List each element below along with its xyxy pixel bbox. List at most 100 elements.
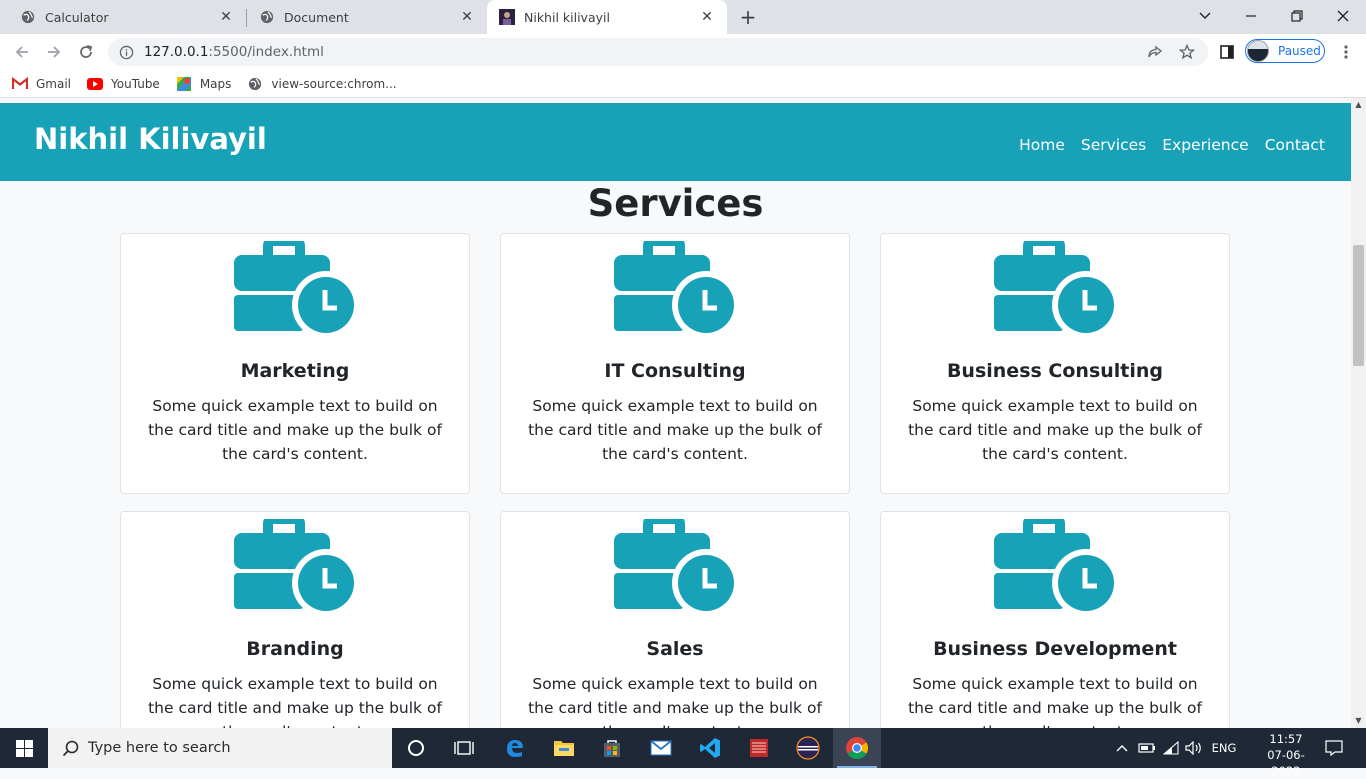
side-panel-icon[interactable] (1215, 40, 1239, 64)
tab-title: Calculator (45, 9, 109, 25)
service-card-it-consulting: IT Consulting Some quick example text to… (500, 233, 850, 494)
card-title: Sales (646, 638, 704, 660)
clock-time: 11:57 (1269, 732, 1303, 746)
briefcase-clock-icon (614, 519, 736, 615)
reload-icon[interactable] (74, 40, 98, 64)
globe-icon (259, 9, 275, 25)
service-card-business-development: Business Development Some quick example … (880, 511, 1230, 728)
wifi-icon[interactable] (1160, 728, 1182, 768)
bookmark-maps[interactable]: Maps (176, 70, 232, 98)
volume-icon[interactable] (1183, 728, 1205, 768)
service-card-sales: Sales Some quick example text to build o… (500, 511, 850, 728)
url-text: 127.0.0.1:5500/index.html (144, 44, 324, 60)
clock-date: 07-06-2022 (1267, 748, 1305, 778)
bookmark-view-source[interactable]: view-source:chrom... (247, 70, 397, 98)
close-icon[interactable]: ✕ (459, 9, 475, 25)
file-explorer-icon[interactable] (540, 728, 588, 768)
site-favicon-icon (499, 9, 515, 25)
card-title: Branding (246, 638, 344, 660)
battery-icon[interactable] (1136, 728, 1158, 768)
gmail-icon (12, 76, 28, 92)
card-title: Business Development (933, 638, 1177, 660)
vscode-icon[interactable] (686, 728, 734, 768)
taskbar-clock[interactable]: 11:57 07-06-2022 (1256, 731, 1316, 779)
language-indicator[interactable]: ENG (1206, 728, 1242, 768)
url-host: 127.0.0.1 (144, 44, 209, 60)
card-text: Some quick example text to build on the … (528, 675, 822, 728)
notifications-icon[interactable] (1320, 728, 1348, 768)
card-title: Marketing (240, 360, 350, 382)
site-brand[interactable]: Nikhil Kilivayil (34, 122, 267, 156)
address-bar[interactable]: 127.0.0.1:5500/index.html (108, 38, 1208, 66)
service-card-business-consulting: Business Consulting Some quick example t… (880, 233, 1230, 494)
briefcase-clock-icon (994, 241, 1116, 337)
nav-contact[interactable]: Contact (1265, 136, 1325, 154)
search-icon (60, 738, 80, 758)
scrollbar-thumb[interactable] (1353, 245, 1364, 366)
task-view-icon[interactable] (440, 728, 488, 768)
eclipse-icon[interactable] (784, 728, 832, 768)
edge-icon[interactable] (491, 728, 539, 768)
nav-links: Home Services Experience Contact (1003, 136, 1325, 154)
profile-status: Paused (1278, 44, 1321, 58)
card-text: Some quick example text to build on the … (148, 397, 442, 463)
close-icon[interactable]: ✕ (218, 9, 234, 25)
card-title: IT Consulting (604, 360, 746, 382)
windows-start-icon[interactable] (0, 728, 48, 768)
page-scrollbar[interactable]: ▲ ▼ (1351, 98, 1366, 728)
avatar (1247, 40, 1269, 62)
briefcase-clock-icon (234, 241, 356, 337)
taskbar: Type here to search ENG 11:57 07-06-2022 (0, 728, 1366, 778)
bookmark-label: YouTube (111, 76, 160, 91)
browser-toolbar: 127.0.0.1:5500/index.html Paused (0, 34, 1366, 70)
share-icon[interactable] (1143, 40, 1167, 64)
chrome-icon[interactable] (833, 728, 881, 768)
menu-kebab-icon[interactable] (1334, 40, 1358, 64)
new-tab-button[interactable]: + (738, 7, 758, 27)
mail-icon[interactable] (637, 728, 685, 768)
site-navbar: Nikhil Kilivayil Home Services Experienc… (0, 103, 1351, 181)
profile-paused-button[interactable]: Paused (1245, 39, 1325, 63)
tab-document[interactable]: Document ✕ (239, 0, 487, 34)
service-card-marketing: Marketing Some quick example text to bui… (120, 233, 470, 494)
card-text: Some quick example text to build on the … (148, 675, 442, 728)
section-title: Services (587, 182, 764, 225)
card-text: Some quick example text to build on the … (908, 675, 1202, 728)
restore-icon[interactable] (1284, 4, 1310, 28)
bookmarks-bar: Gmail YouTube Maps view-source:chrom... (0, 70, 1366, 98)
page-viewport: Nikhil Kilivayil Home Services Experienc… (0, 98, 1351, 728)
nav-services[interactable]: Services (1081, 136, 1146, 154)
bookmark-star-icon[interactable] (1175, 40, 1199, 64)
tab-title: Nikhil kilivayil (524, 9, 610, 25)
bookmark-label: Maps (199, 76, 232, 91)
tab-calculator[interactable]: Calculator ✕ (0, 0, 246, 34)
tab-title: Document (284, 9, 349, 25)
bookmark-label: Gmail (36, 76, 72, 91)
forward-arrow-icon[interactable] (42, 40, 66, 64)
tab-search-icon[interactable] (1192, 4, 1218, 28)
nav-home[interactable]: Home (1019, 136, 1065, 154)
site-info-icon[interactable] (118, 44, 134, 60)
bookmark-youtube[interactable]: YouTube (87, 70, 160, 98)
card-title: Business Consulting (946, 360, 1164, 382)
minimize-icon[interactable] (1238, 4, 1264, 28)
youtube-icon (87, 76, 104, 92)
service-card-branding: Branding Some quick example text to buil… (120, 511, 470, 728)
scroll-down-icon[interactable]: ▼ (1351, 714, 1366, 728)
globe-icon (247, 76, 263, 92)
scroll-up-icon[interactable]: ▲ (1351, 98, 1366, 112)
back-arrow-icon[interactable] (10, 40, 34, 64)
taskbar-search-box[interactable]: Type here to search (48, 728, 392, 768)
briefcase-clock-icon (614, 241, 736, 337)
nav-experience[interactable]: Experience (1162, 136, 1248, 154)
microsoft-store-icon[interactable] (588, 728, 636, 768)
briefcase-clock-icon (994, 519, 1116, 615)
book-app-icon[interactable] (735, 728, 783, 768)
show-hidden-icons-icon[interactable] (1112, 728, 1132, 768)
tab-nikhil-kilivayil[interactable]: Nikhil kilivayil ✕ (487, 0, 727, 34)
cortana-icon[interactable] (392, 728, 440, 768)
bookmark-gmail[interactable]: Gmail (12, 70, 71, 98)
close-window-icon[interactable] (1330, 4, 1356, 28)
close-icon[interactable]: ✕ (699, 9, 715, 25)
url-path: :5500/index.html (208, 44, 324, 60)
